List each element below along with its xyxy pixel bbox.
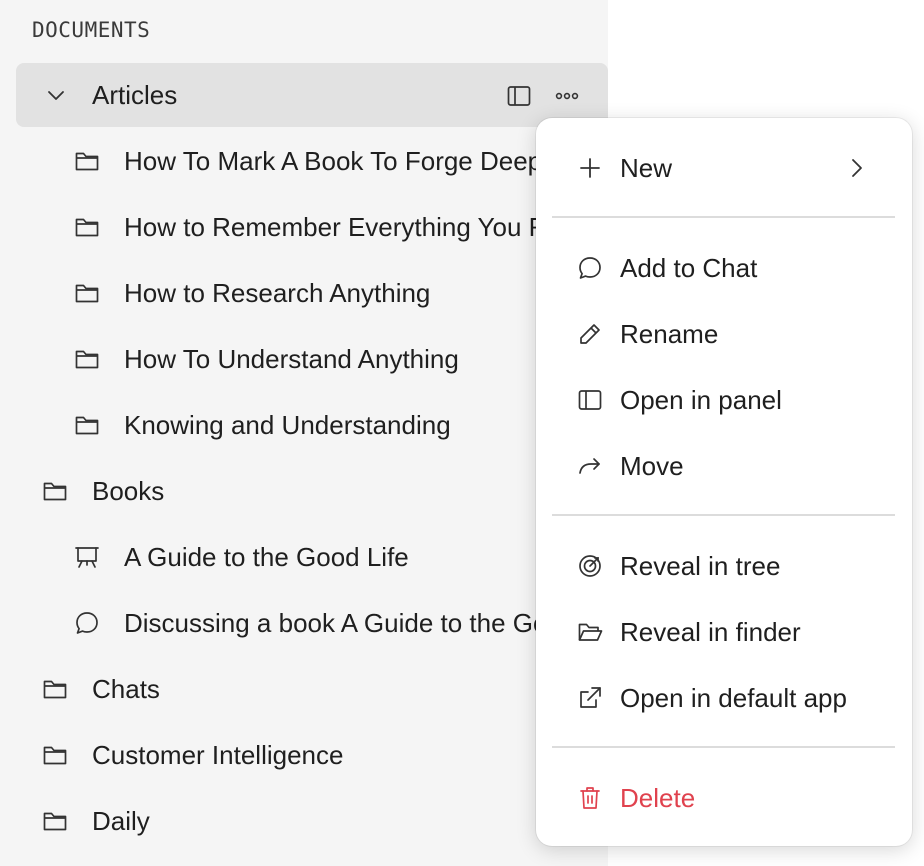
tree-item[interactable]: Knowing and Understanding [16, 393, 608, 459]
tree-item-customer-intelligence[interactable]: Customer Intelligence [16, 723, 608, 789]
menu-item-move[interactable]: Move [536, 439, 912, 493]
chevron-right-icon [852, 159, 862, 177]
menu-item-add-to-chat[interactable]: Add to Chat [536, 241, 912, 295]
menu-item-open-in-panel[interactable]: Open in panel [536, 373, 912, 427]
move-arrow-icon [579, 458, 600, 474]
folder-icon [43, 812, 67, 831]
more-icon[interactable] [554, 83, 580, 109]
tree-item[interactable]: Discussing a book A Guide to the Good Li… [16, 591, 608, 657]
menu-item-label: Rename [620, 319, 719, 349]
menu-item-label: Delete [620, 783, 696, 813]
menu-item-rename[interactable]: Rename [536, 307, 912, 361]
menu-item-reveal-in-tree[interactable]: Reveal in tree [536, 539, 912, 593]
menu-item-label: Open in panel [620, 385, 782, 415]
chevron-down-icon[interactable] [44, 83, 68, 107]
menu-divider [552, 216, 895, 218]
menu-item-label: Move [620, 451, 684, 481]
tree-item-books[interactable]: Books [16, 459, 608, 525]
tree-item-chats[interactable]: Chats [16, 657, 608, 723]
menu-item-label: Add to Chat [620, 253, 758, 283]
tree-item[interactable]: How To Mark A Book To Forge Deep Underst… [16, 129, 608, 195]
tree-item[interactable]: A Guide to the Good Life [16, 525, 608, 591]
folder-icon [75, 152, 99, 171]
tree-item-label: Customer Intelligence [92, 740, 344, 770]
folder-icon [75, 284, 99, 303]
folder-icon [43, 680, 67, 699]
menu-item-label: Reveal in finder [620, 617, 801, 647]
folder-icon [75, 218, 99, 237]
trash-icon [580, 787, 600, 809]
folder-icon [75, 416, 99, 435]
presentation-icon [75, 547, 99, 568]
folder-icon [75, 350, 99, 369]
sidebar: DOCUMENTS Articles How To Mark A Book To… [0, 0, 608, 866]
menu-item-delete[interactable]: Delete [536, 771, 912, 825]
section-title: DOCUMENTS [32, 18, 151, 42]
tree-item-label: Knowing and Understanding [124, 410, 451, 440]
menu-item-label: Reveal in tree [620, 551, 781, 581]
tree-item-label: Daily [92, 806, 150, 836]
menu-item-label: New [620, 153, 673, 183]
pencil-icon [580, 324, 600, 344]
context-menu: New Add to Chat Rename Open in panel Mov… [536, 118, 912, 846]
tree-item-label: Articles [92, 80, 178, 110]
tree-item-articles[interactable]: Articles [16, 63, 608, 127]
menu-item-new[interactable]: New [536, 141, 912, 195]
tree-item-label: How to Research Anything [124, 278, 431, 308]
tree-item-label: Chats [92, 674, 160, 704]
menu-divider [552, 746, 895, 748]
tree-item-daily[interactable]: Daily [16, 789, 608, 855]
tree-item-label: How to Remember Everything You Read [124, 212, 591, 242]
tree-item[interactable]: How to Remember Everything You Read [16, 195, 608, 261]
tree-item-label: A Guide to the Good Life [124, 542, 409, 572]
menu-item-open-in-default-app[interactable]: Open in default app [536, 671, 912, 725]
menu-divider [552, 514, 895, 516]
external-link-icon [580, 687, 601, 708]
menu-item-reveal-in-finder[interactable]: Reveal in finder [536, 605, 912, 659]
target-icon [579, 555, 601, 577]
menu-item-label: Open in default app [620, 683, 847, 713]
row-actions [506, 83, 580, 109]
folder-icon [43, 746, 67, 765]
panel-icon[interactable] [506, 83, 532, 109]
document-tree: Articles How To Mark A Book To Forge Dee… [16, 63, 608, 855]
plus-icon [580, 158, 600, 178]
folder-open-icon [578, 623, 603, 641]
chat-bubble-icon [76, 612, 98, 634]
chat-bubble-icon [579, 257, 601, 279]
panel-icon [578, 390, 602, 410]
tree-item[interactable]: How to Research Anything [16, 261, 608, 327]
tree-item-label: Books [92, 476, 165, 506]
folder-icon [43, 482, 67, 501]
tree-item[interactable]: How To Understand Anything [16, 327, 608, 393]
tree-item-label: How To Understand Anything [124, 344, 459, 374]
